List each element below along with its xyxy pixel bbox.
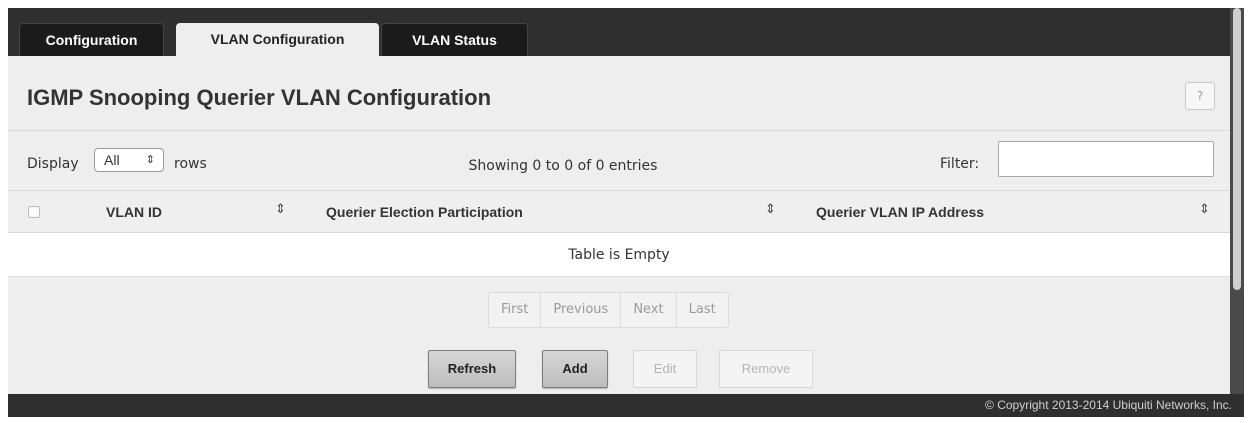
- column-header-querier-ip[interactable]: Querier VLAN IP Address: [816, 204, 984, 220]
- page-title: IGMP Snooping Querier VLAN Configuration: [27, 85, 492, 110]
- content-panel: IGMP Snooping Querier VLAN Configuration…: [8, 56, 1230, 394]
- scrollbar-thumb[interactable]: [1233, 8, 1241, 290]
- tab-vlan-status[interactable]: VLAN Status: [381, 23, 528, 56]
- help-icon[interactable]: ?: [1185, 82, 1215, 110]
- filter-input[interactable]: [998, 141, 1214, 177]
- refresh-button[interactable]: Refresh: [428, 350, 516, 388]
- page-last-button[interactable]: Last: [677, 293, 728, 327]
- page-first-button[interactable]: First: [489, 293, 542, 327]
- edit-button[interactable]: Edit: [633, 350, 697, 388]
- page-next-button[interactable]: Next: [621, 293, 677, 327]
- filter-label: Filter:: [940, 156, 980, 172]
- column-header-vlan-id[interactable]: VLAN ID: [106, 204, 162, 220]
- table-empty-message: Table is Empty: [8, 233, 1230, 277]
- sort-icon[interactable]: ⇕: [275, 202, 286, 217]
- add-button[interactable]: Add: [542, 350, 608, 388]
- vertical-scrollbar[interactable]: [1230, 8, 1244, 394]
- table-header: VLAN ID ⇕ Querier Election Participation…: [8, 190, 1230, 233]
- tab-configuration[interactable]: Configuration: [19, 23, 164, 56]
- select-all-checkbox[interactable]: [28, 206, 40, 218]
- copyright-text: © Copyright 2013-2014 Ubiquiti Networks,…: [985, 398, 1232, 412]
- app-frame: Configuration VLAN Configuration VLAN St…: [8, 8, 1244, 417]
- sort-icon[interactable]: ⇕: [765, 202, 776, 217]
- pagination: First Previous Next Last: [488, 292, 729, 328]
- divider: [8, 130, 1230, 131]
- column-header-querier-election[interactable]: Querier Election Participation: [326, 204, 523, 220]
- sort-icon[interactable]: ⇕: [1199, 202, 1210, 217]
- remove-button[interactable]: Remove: [719, 350, 813, 388]
- tab-vlan-configuration[interactable]: VLAN Configuration: [176, 23, 379, 56]
- tab-bar: Configuration VLAN Configuration VLAN St…: [8, 8, 1230, 56]
- footer: © Copyright 2013-2014 Ubiquiti Networks,…: [8, 394, 1244, 417]
- page-previous-button[interactable]: Previous: [541, 293, 622, 327]
